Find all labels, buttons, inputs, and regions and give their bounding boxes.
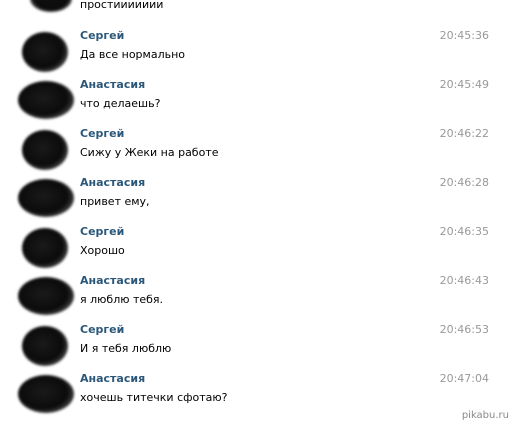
avatar[interactable]: [18, 375, 74, 413]
avatar[interactable]: [22, 130, 68, 170]
message-time: 20:46:35: [439, 225, 489, 238]
message-time: 20:46:28: [439, 176, 489, 189]
message-text: простиииииии: [80, 0, 164, 11]
message-time: 20:46:43: [439, 274, 489, 287]
avatar[interactable]: [18, 179, 74, 217]
message-item: Сергей И я тебя люблю 20:46:53: [0, 323, 513, 372]
avatar[interactable]: [18, 277, 74, 315]
message-item: Сергей Сижу у Жеки на работе 20:46:22: [0, 127, 513, 176]
author-name[interactable]: Анастасия: [80, 176, 145, 190]
avatar[interactable]: [22, 326, 68, 366]
author-name[interactable]: Анастасия: [80, 372, 145, 386]
avatar[interactable]: [22, 228, 68, 268]
message-item: Анастасия хочешь титечки сфотаю? 20:47:0…: [0, 372, 513, 421]
author-name[interactable]: Анастасия: [80, 274, 145, 288]
chat-history: простиииииии Сергей Да все нормально 20:…: [0, 0, 513, 425]
message-text: Сижу у Жеки на работе: [80, 146, 219, 159]
message-text: я люблю тебя.: [80, 293, 164, 306]
message-text: И я тебя люблю: [80, 342, 172, 355]
message-time: 20:46:53: [439, 323, 489, 336]
message-item: Анастасия я люблю тебя. 20:46:43: [0, 274, 513, 323]
message-item: Сергей Хорошо 20:46:35: [0, 225, 513, 274]
avatar[interactable]: [22, 32, 68, 72]
message-item: Анастасия привет ему, 20:46:28: [0, 176, 513, 225]
message-text: Да все нормально: [80, 48, 186, 61]
author-name[interactable]: Сергей: [80, 323, 124, 337]
message-text: привет ему,: [80, 195, 150, 208]
message-time: 20:47:04: [439, 372, 489, 385]
author-name[interactable]: Сергей: [80, 29, 124, 43]
message-time: 20:45:49: [439, 78, 489, 91]
watermark: pikabu.ru: [461, 410, 509, 421]
message-text: хочешь титечки сфотаю?: [80, 391, 228, 404]
message-item: Сергей Да все нормально 20:45:36: [0, 29, 513, 78]
avatar[interactable]: [30, 0, 72, 12]
avatar[interactable]: [18, 81, 74, 119]
message-text: что делаешь?: [80, 97, 161, 110]
message-item: Анастасия что делаешь? 20:45:49: [0, 78, 513, 127]
author-name[interactable]: Сергей: [80, 127, 124, 141]
message-time: 20:45:36: [439, 29, 489, 42]
message-time: 20:46:22: [439, 127, 489, 140]
author-name[interactable]: Сергей: [80, 225, 124, 239]
author-name[interactable]: Анастасия: [80, 78, 145, 92]
message-text: Хорошо: [80, 244, 125, 257]
